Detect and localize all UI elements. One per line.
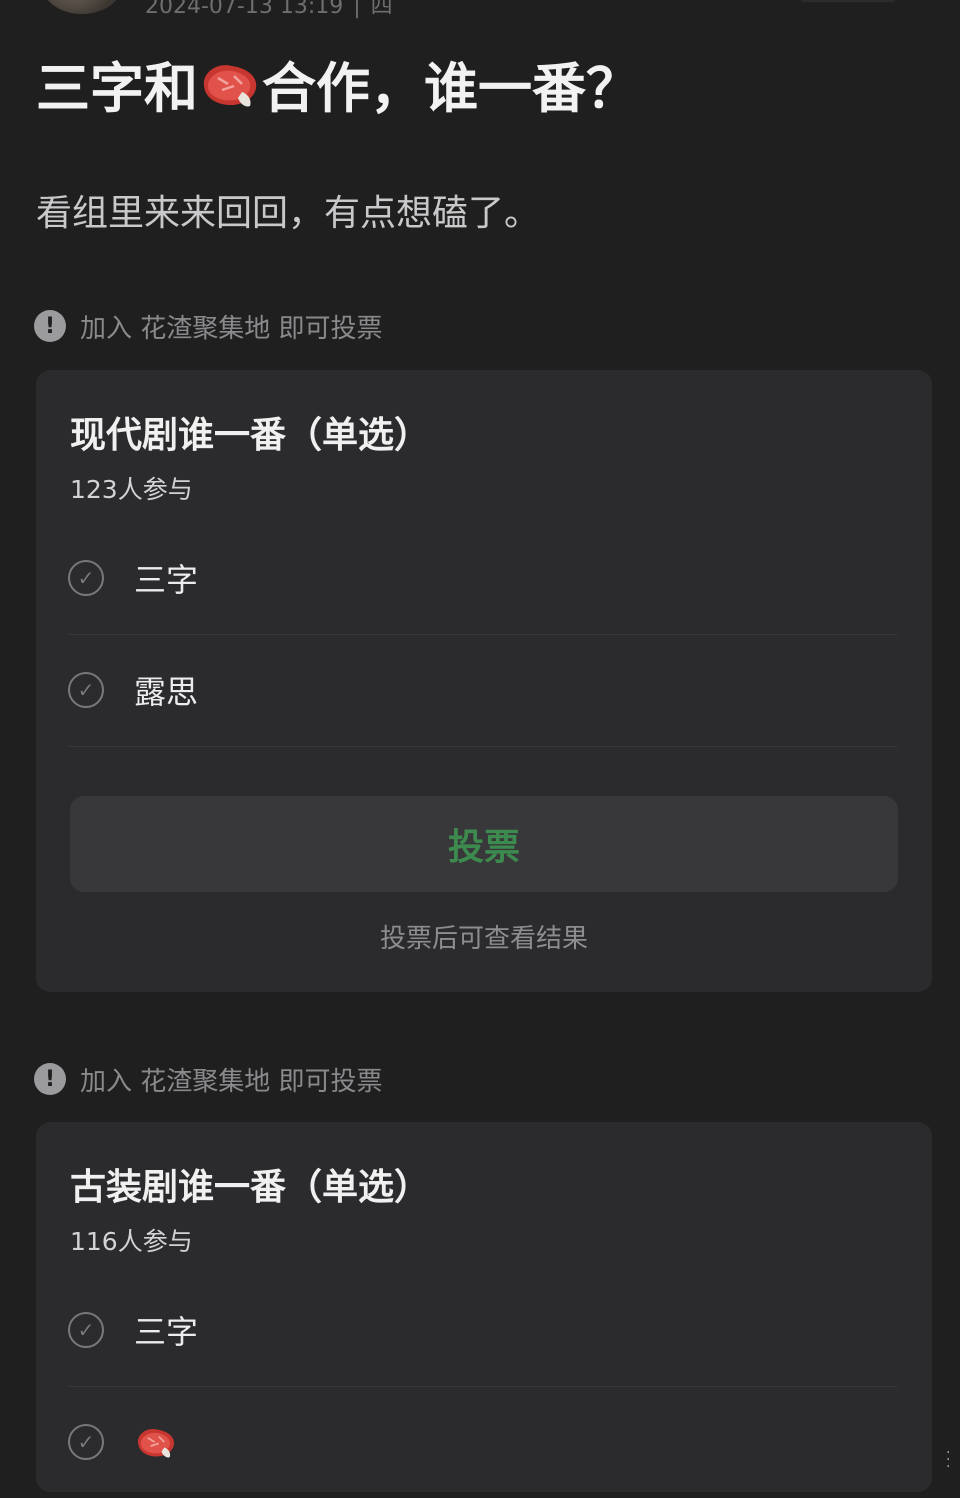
post-title-part2: 合作，谁一番？ [262, 57, 640, 120]
post-location: 四 [370, 0, 393, 19]
check-circle-icon[interactable]: ✓ [68, 560, 104, 596]
post-title-part1: 三字和 [36, 57, 198, 120]
poll-card: 古装剧谁一番（单选） 116人参与 ✓ 三字 ✓ [36, 1122, 932, 1492]
check-circle-icon[interactable]: ✓ [68, 672, 104, 708]
exclamation-icon: ! [34, 1063, 66, 1095]
poll-option[interactable]: ✓ 露思 [68, 634, 898, 747]
poll-participants: 123人参与 [70, 475, 193, 504]
avatar[interactable] [42, 0, 122, 14]
option-label: 三字 [134, 1313, 199, 1351]
join-notice-text: 加入 花渣聚集地 即可投票 [80, 313, 383, 344]
check-circle-icon[interactable]: ✓ [68, 1312, 104, 1348]
steak-icon [134, 1422, 178, 1462]
poll-participants: 116人参与 [70, 1227, 193, 1256]
meta-separator: | [353, 0, 361, 19]
join-notice[interactable]: ! 加入 花渣聚集地 即可投票 [34, 1061, 383, 1097]
option-label: 露思 [134, 673, 199, 711]
post-body: 看组里来来回回，有点想磕了。 [36, 193, 541, 234]
vote-hint: 投票后可查看结果 [379, 924, 588, 954]
poll-title: 现代剧谁一番（单选） [70, 415, 431, 456]
post-date: 2024-07-13 13:19 [145, 0, 344, 19]
join-notice-text: 加入 花渣聚集地 即可投票 [80, 1066, 383, 1097]
poll-option[interactable]: ✓ [68, 1386, 898, 1498]
poll-card: 现代剧谁一番（单选） 123人参与 ✓ 三字 ✓ 露思 投票 投票后可查看结果 [36, 370, 932, 992]
steak-icon [198, 56, 262, 112]
poll-option[interactable]: ✓ 三字 [68, 1274, 898, 1387]
vote-button[interactable]: 投票 [70, 796, 898, 892]
poll-title: 古装剧谁一番（单选） [70, 1167, 431, 1208]
poll-option[interactable]: ✓ 三字 [68, 522, 898, 635]
option-label: 三字 [134, 561, 199, 599]
check-circle-icon[interactable]: ✓ [68, 1424, 104, 1460]
exclamation-icon: ! [34, 310, 66, 342]
post-meta: 2024-07-13 13:19 | 四 [145, 0, 393, 20]
post-title: 三字和 合作，谁一番？ [36, 44, 640, 123]
join-notice[interactable]: ! 加入 花渣聚集地 即可投票 [34, 308, 383, 344]
more-menu-button[interactable] [800, 0, 896, 2]
post-header: 2024-07-13 13:19 | 四 [0, 0, 960, 20]
option-label [134, 1422, 178, 1462]
scroll-indicator[interactable]: · · · [946, 1446, 950, 1474]
